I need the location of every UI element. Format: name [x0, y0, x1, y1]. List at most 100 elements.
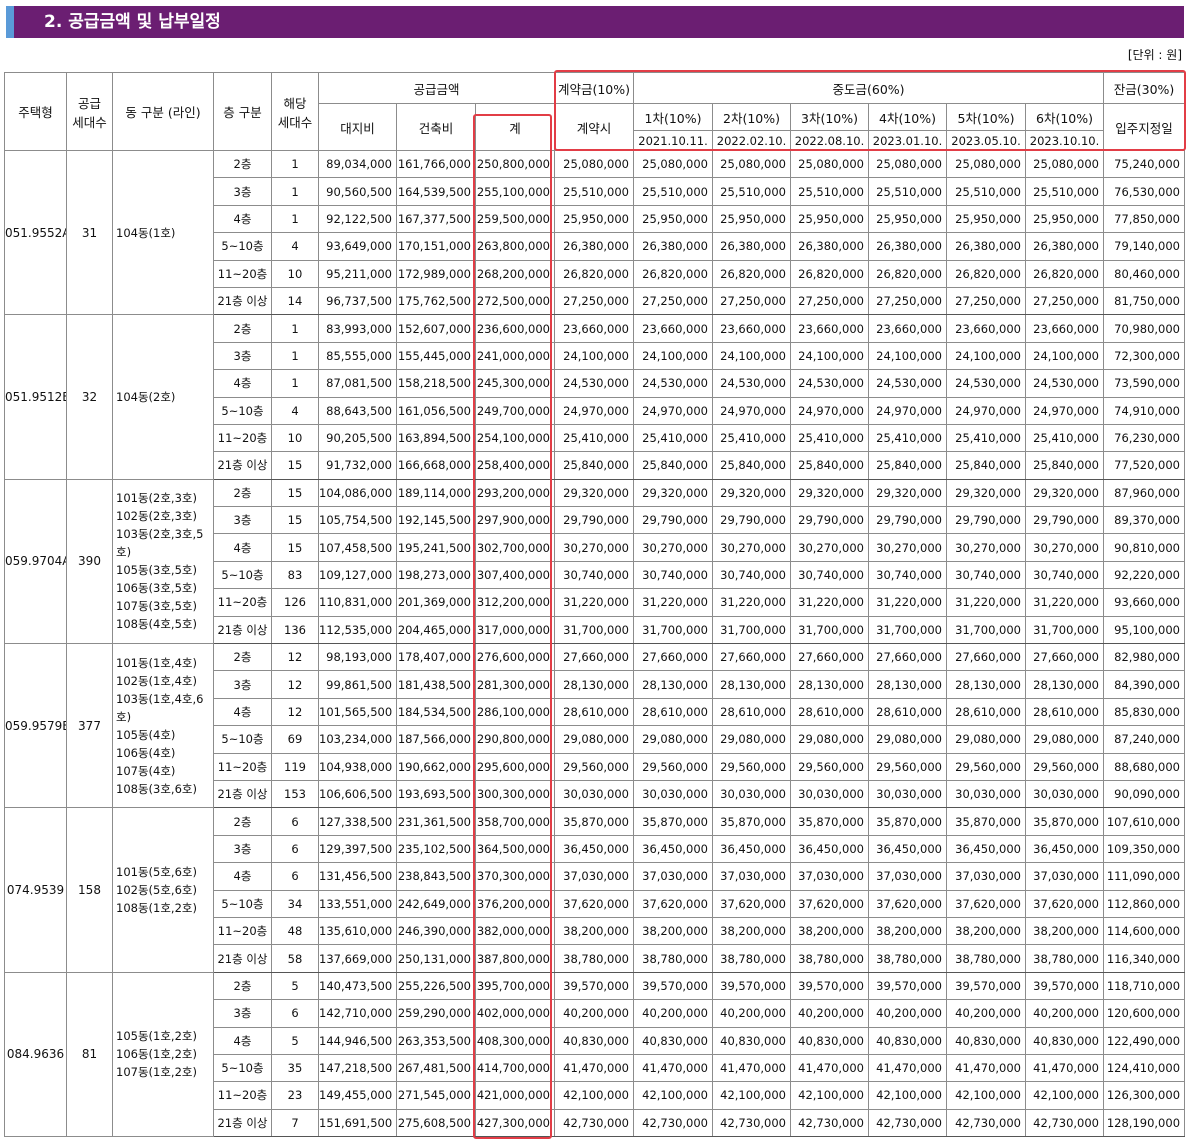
middle-payment-cell: 39,570,000 [633, 971, 713, 1001]
deposit-cell: 26,820,000 [554, 259, 634, 288]
balance-cell: 77,520,000 [1103, 451, 1186, 480]
building-cost-cell: 250,131,000 [396, 944, 476, 973]
middle-payment-cell: 38,200,000 [633, 916, 713, 946]
building-cost-cell: 155,445,000 [396, 341, 476, 371]
dong-line: 105동(3호,5호) [116, 563, 197, 578]
dong-line: 103동(2호,3호,5호) [116, 527, 204, 560]
middle-payment-cell: 30,270,000 [633, 533, 713, 562]
total-cell: 408,300,000 [475, 1026, 555, 1055]
balance-cell: 95,100,000 [1103, 615, 1186, 645]
middle-payment-cell: 36,450,000 [868, 834, 947, 864]
middle-payment-cell: 29,560,000 [633, 752, 713, 781]
building-cost-cell: 152,607,000 [396, 314, 476, 343]
deposit-cell: 29,080,000 [554, 725, 634, 754]
middle-payment-cell: 31,220,000 [712, 588, 791, 617]
total-cell: 382,000,000 [475, 916, 555, 946]
middle-payment-cell: 27,660,000 [1024, 643, 1105, 672]
middle-payment-cell: 25,840,000 [790, 451, 869, 480]
deposit-cell: 31,220,000 [554, 588, 634, 617]
floor-cell: 2층 [213, 807, 272, 836]
total-cell: 300,300,000 [475, 779, 555, 809]
middle-payment-cell: 23,660,000 [868, 314, 947, 343]
installment-date-4: 2023.01.10. [868, 130, 947, 151]
dong-line: 101동(1호,4호) [116, 655, 197, 670]
building-cost-cell: 166,668,000 [396, 451, 476, 480]
deposit-cell: 40,200,000 [554, 999, 634, 1028]
middle-payment-cell: 23,660,000 [712, 314, 791, 343]
building-cost-cell: 235,102,500 [396, 834, 476, 864]
middle-payment-cell: 24,970,000 [946, 396, 1026, 425]
land-cost-cell: 95,211,000 [318, 259, 397, 288]
deposit-cell: 36,450,000 [554, 834, 634, 864]
middle-payment-cell: 30,740,000 [790, 560, 869, 590]
balance-cell: 76,230,000 [1103, 423, 1186, 453]
deposit-cell: 31,700,000 [554, 615, 634, 645]
floor-cell: 3층 [213, 506, 272, 535]
balance-cell: 111,090,000 [1103, 862, 1186, 891]
building-cost-cell: 190,662,000 [396, 752, 476, 781]
building-cost-cell: 204,465,000 [396, 615, 476, 645]
middle-payment-cell: 38,200,000 [790, 916, 869, 946]
middle-payment-cell: 31,220,000 [790, 588, 869, 617]
middle-payment-cell: 28,610,000 [790, 697, 869, 727]
building-cost-cell: 255,226,500 [396, 971, 476, 1001]
floor-cell: 11~20층 [213, 1081, 272, 1110]
middle-payment-cell: 40,830,000 [946, 1026, 1026, 1055]
middle-payment-cell: 26,820,000 [1024, 259, 1105, 288]
middle-payment-cell: 39,570,000 [1024, 971, 1105, 1001]
middle-payment-cell: 38,780,000 [712, 944, 791, 973]
building-cost-cell: 263,353,500 [396, 1026, 476, 1055]
middle-payment-cell: 39,570,000 [712, 971, 791, 1001]
supply-units-cell: 31 [66, 149, 113, 316]
deposit-cell: 42,100,000 [554, 1081, 634, 1110]
balance-cell: 114,600,000 [1103, 916, 1186, 946]
middle-payment-cell: 30,270,000 [790, 533, 869, 562]
units-cell: 12 [271, 697, 319, 727]
middle-payment-cell: 28,130,000 [712, 670, 791, 699]
land-cost-cell: 98,193,000 [318, 643, 397, 672]
middle-payment-cell: 27,250,000 [1024, 286, 1105, 316]
middle-payment-cell: 26,820,000 [633, 259, 713, 288]
balance-cell: 76,530,000 [1103, 177, 1186, 206]
building-cost-cell: 271,545,000 [396, 1081, 476, 1110]
balance-cell: 87,960,000 [1103, 478, 1186, 508]
middle-payment-cell: 29,320,000 [868, 478, 947, 508]
middle-payment-cell: 38,780,000 [1024, 944, 1105, 973]
balance-cell: 80,460,000 [1103, 259, 1186, 288]
middle-payment-cell: 40,200,000 [868, 999, 947, 1028]
dong-cell: 104동(1호) [112, 149, 214, 316]
total-cell: 358,700,000 [475, 807, 555, 836]
floor-cell: 21층 이상 [213, 451, 272, 480]
middle-payment-cell: 27,660,000 [868, 643, 947, 672]
middle-payment-cell: 25,840,000 [633, 451, 713, 480]
middle-payment-cell: 25,410,000 [712, 423, 791, 453]
middle-payment-cell: 29,320,000 [633, 478, 713, 508]
balance-cell: 72,300,000 [1103, 341, 1186, 371]
total-cell: 376,200,000 [475, 889, 555, 918]
dong-cell: 104동(2호) [112, 314, 214, 480]
middle-payment-cell: 30,740,000 [1024, 560, 1105, 590]
land-cost-cell: 93,649,000 [318, 232, 397, 261]
installment-date-3: 2022.08.10. [790, 130, 869, 151]
units-cell: 10 [271, 259, 319, 288]
middle-payment-cell: 28,130,000 [633, 670, 713, 699]
building-cost-cell: 242,649,000 [396, 889, 476, 918]
section-title: 2. 공급금액 및 납부일정 [44, 12, 221, 32]
land-cost-cell: 147,218,500 [318, 1053, 397, 1083]
dong-line: 103동(1호,4호,6호) [116, 691, 204, 724]
total-cell: 395,700,000 [475, 971, 555, 1001]
building-cost-cell: 267,481,500 [396, 1053, 476, 1083]
land-cost-cell: 90,205,500 [318, 423, 397, 453]
housing-type-cell: 059.9579B [4, 643, 67, 809]
land-cost-cell: 101,565,500 [318, 697, 397, 727]
land-cost-cell: 129,397,500 [318, 834, 397, 864]
dong-line: 107동(3호,5호) [116, 599, 197, 614]
middle-payment-cell: 42,730,000 [633, 1108, 713, 1138]
middle-payment-cell: 25,510,000 [790, 177, 869, 206]
middle-payment-cell: 42,730,000 [868, 1108, 947, 1138]
middle-payment-cell: 24,100,000 [868, 341, 947, 371]
units-cell: 48 [271, 916, 319, 946]
middle-payment-cell: 42,100,000 [712, 1081, 791, 1110]
total-cell: 421,000,000 [475, 1081, 555, 1110]
units-cell: 126 [271, 588, 319, 617]
